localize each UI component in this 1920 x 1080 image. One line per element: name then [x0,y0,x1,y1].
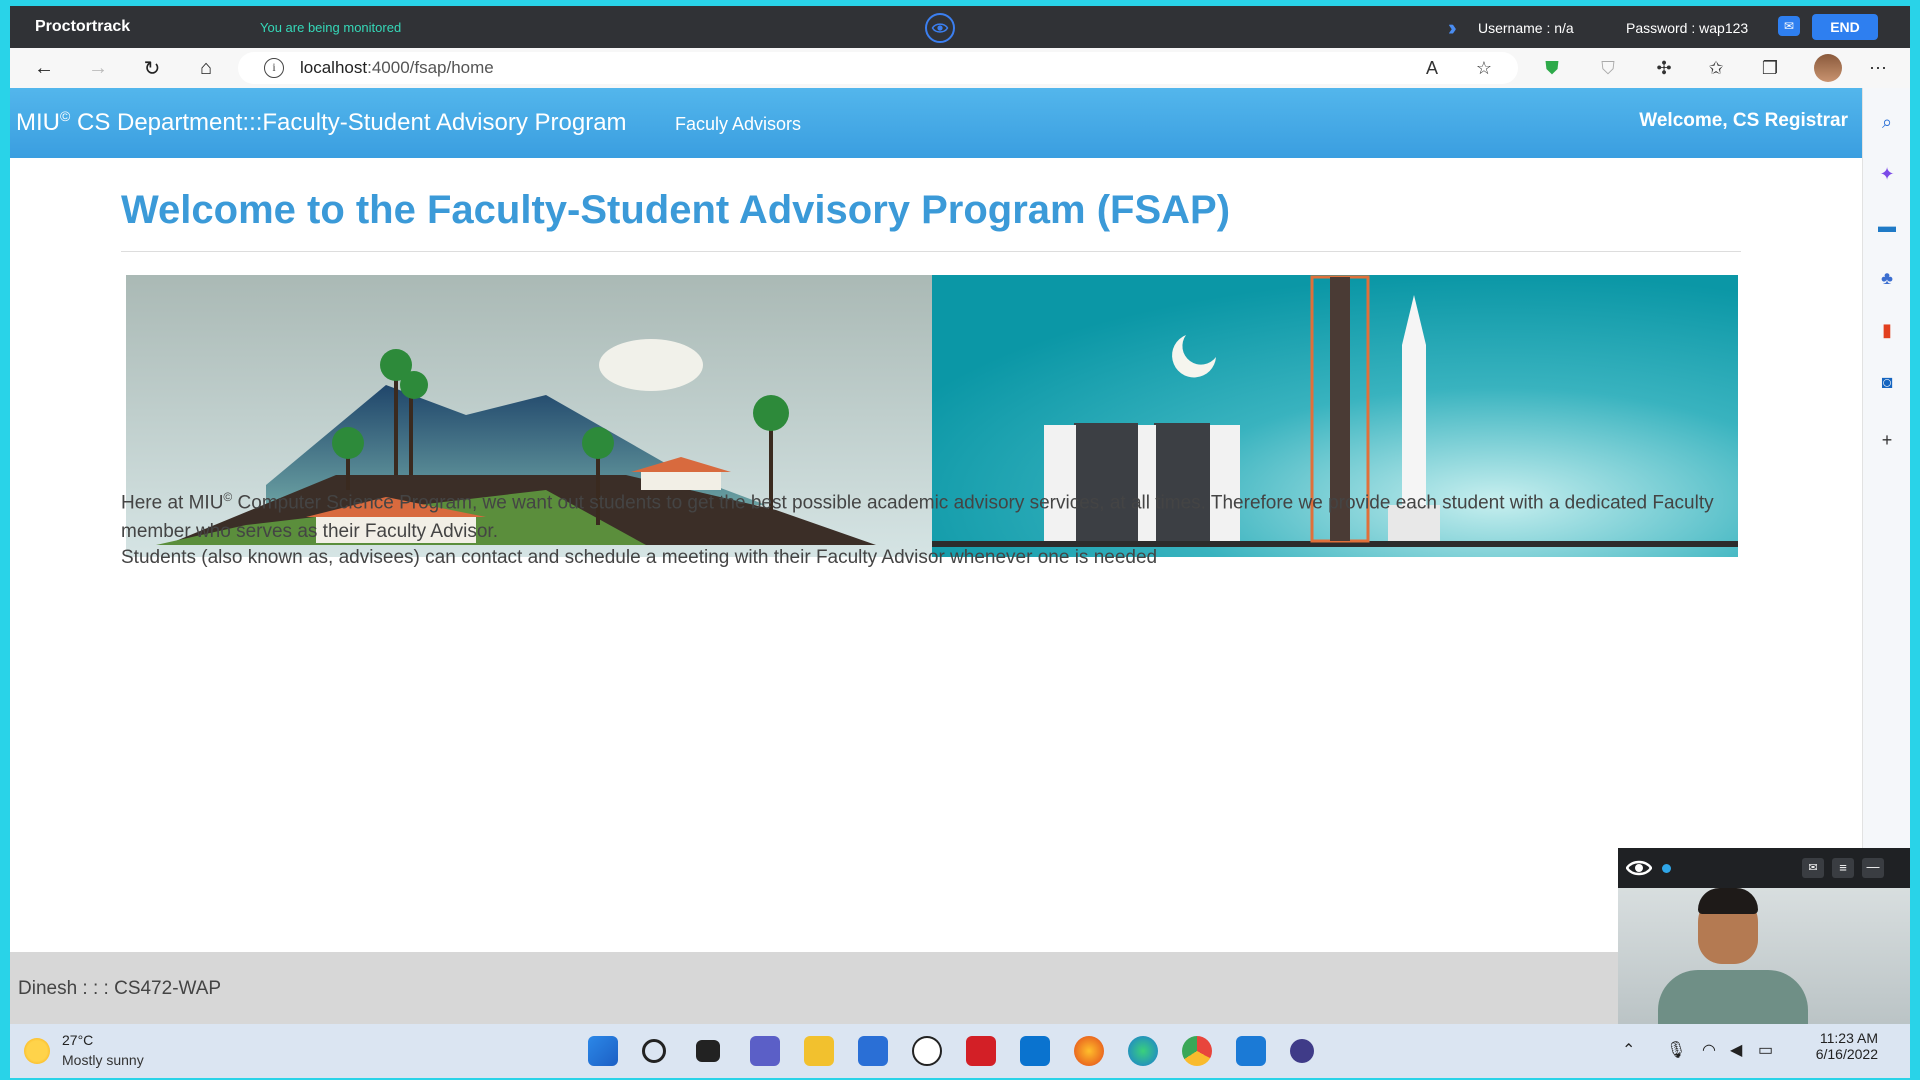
add-favorite-icon[interactable]: ☆ [1472,56,1496,80]
profile-avatar[interactable] [1814,54,1842,82]
task-view-icon[interactable] [696,1040,720,1062]
more-icon[interactable]: ⋯ [1866,56,1890,80]
web-page: MIU© CS Department:::Faculty-Student Adv… [10,88,1862,1024]
proctor-brand: Proctortrack [35,18,131,35]
forward-arrow-icon[interactable]: → [84,54,112,82]
para1-prefix: Here at MIU [121,492,224,514]
webcam-feed [1618,888,1910,1038]
chevron-right-icon[interactable]: ›› [1448,15,1456,41]
brand-copyright: © [60,108,71,124]
browser-toolbar: ← → ↻ ⌂ i localhost:4000/fsap/home A ☆ ⛊… [10,48,1910,88]
proctor-password: Password : wap123 [1626,20,1749,36]
tools-icon[interactable]: ▬ [1875,214,1899,238]
screen-frame: Proctortrack You are being monitored ›› … [10,6,1910,1078]
vscode-icon[interactable] [1236,1036,1266,1066]
address-bar[interactable]: i localhost:4000/fsap/home A ☆ [238,52,1518,84]
footer-text: Dinesh : : : CS472-WAP [18,978,222,999]
url-host: localhost [300,58,368,77]
start-icon[interactable] [588,1036,618,1066]
chat-icon[interactable]: ✉ [1802,858,1824,878]
store-icon[interactable] [858,1036,888,1066]
refresh-icon[interactable]: ↻ [138,54,166,82]
weather-condition[interactable]: Mostly sunny [62,1052,144,1068]
app-icon[interactable] [1020,1036,1050,1066]
add-icon[interactable]: + [1875,428,1899,452]
webcam-toolbar: ✉ ≡ — [1618,848,1910,888]
mcafee-icon[interactable] [966,1036,996,1066]
games-icon[interactable]: ♣ [1875,266,1899,290]
extensions-icon[interactable]: ✣ [1652,56,1676,80]
clock-time: 11:23 AM [1819,1030,1878,1046]
favorites-icon[interactable]: ✩ [1704,56,1728,80]
recording-dot-icon [1662,864,1671,873]
title-divider [121,251,1741,252]
webcam-overlay[interactable]: ✉ ≡ — [1618,848,1910,1038]
edge-icon[interactable] [1128,1036,1158,1066]
person-hair [1698,888,1758,914]
home-icon[interactable]: ⌂ [192,54,220,82]
page-footer: Dinesh : : : CS472-WAP [10,952,1862,1024]
proctor-username: Username : n/a [1478,20,1574,36]
proctortrack-icon[interactable] [1290,1039,1314,1063]
search-icon[interactable]: ⌕ [1875,110,1899,134]
outlook-icon[interactable]: ◙ [1875,370,1899,394]
page-title: Welcome to the Faculty-Student Advisory … [121,188,1231,232]
para1-text: Computer Science Program, we want out st… [121,492,1714,543]
shield-icon[interactable]: ⛊ [1540,56,1564,80]
site-brand[interactable]: MIU© CS Department:::Faculty-Student Adv… [16,108,627,137]
battery-icon[interactable]: ▭ [1758,1040,1773,1060]
weather-temp[interactable]: 27°C [62,1032,93,1048]
url-path: :4000/fsap/home [367,58,494,77]
windows-taskbar: 27°C Mostly sunny ⌃ 🎙 ◠ ◀ ▭ 11:23 AM 6/1… [10,1024,1910,1078]
copilot-icon[interactable]: ✦ [1875,162,1899,186]
monitor-status: You are being monitored [260,20,402,35]
end-button[interactable]: END [1812,14,1878,40]
wifi-icon[interactable]: ◠ [1702,1040,1716,1060]
firefox-icon[interactable] [1074,1036,1104,1066]
volume-icon[interactable]: ◀ [1730,1040,1742,1060]
url-text[interactable]: localhost:4000/fsap/home [300,58,494,78]
proctor-bar: Proctortrack You are being monitored ›› … [10,6,1910,48]
clock-date: 6/16/2022 [1815,1046,1878,1062]
back-arrow-icon[interactable]: ← [30,54,58,82]
brand-text: CS Department:::Faculty-Student Advisory… [70,109,627,136]
tracking-shield-icon[interactable]: ⛉ [1596,56,1620,80]
office-icon[interactable]: ▮ [1875,318,1899,342]
read-aloud-icon[interactable]: A [1420,56,1444,80]
contact-paragraph: Students (also known as, advisees) can c… [121,547,1158,568]
system-clock[interactable]: 11:23 AM 6/16/2022 [1788,1030,1878,1062]
collections-icon[interactable]: ❐ [1758,56,1782,80]
dell-icon[interactable] [912,1036,942,1066]
nav-faculty-advisors[interactable]: Faculy Advisors [675,114,801,135]
teams-icon[interactable] [750,1036,780,1066]
brand-prefix: MIU [16,109,60,136]
eye-icon[interactable] [925,13,955,43]
search-icon[interactable] [642,1039,666,1063]
minimize-icon[interactable]: — [1862,858,1884,878]
microphone-icon[interactable]: 🎙 [1666,1040,1686,1060]
intro-paragraph: Here at MIU© Computer Science Program, w… [121,483,1771,546]
weather-sun-icon[interactable] [24,1038,50,1064]
info-icon[interactable]: i [264,58,284,78]
eye-icon [1626,860,1652,876]
file-explorer-icon[interactable] [804,1036,834,1066]
menu-icon[interactable]: ≡ [1832,858,1854,878]
chrome-icon[interactable] [1182,1036,1212,1066]
chevron-up-icon[interactable]: ⌃ [1622,1040,1635,1060]
para1-copyright: © [223,490,233,504]
welcome-user: Welcome, CS Registrar [1639,110,1848,131]
chat-icon[interactable]: ✉ [1778,16,1800,36]
site-navbar: MIU© CS Department:::Faculty-Student Adv… [10,88,1862,158]
